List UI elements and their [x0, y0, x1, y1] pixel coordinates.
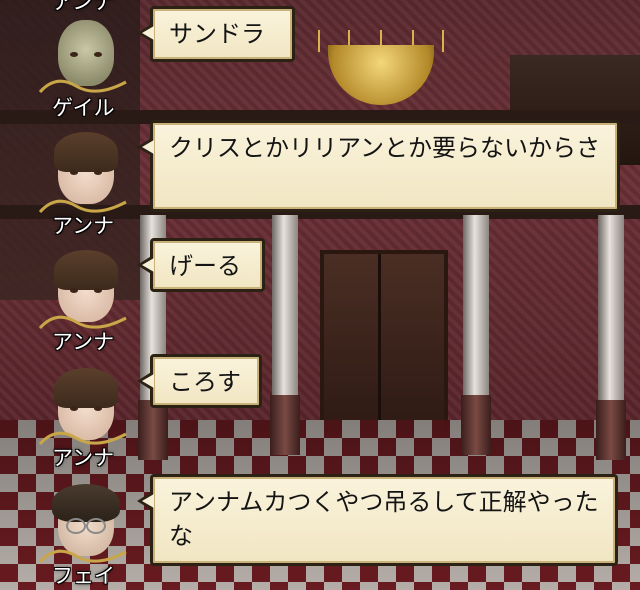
speaker-name: アンナ: [52, 446, 115, 470]
pillar-base: [596, 400, 626, 460]
door-split: [378, 254, 381, 425]
pillar-base: [138, 400, 168, 460]
message-text: げーる: [169, 252, 241, 280]
message-text: サンドラ: [169, 20, 265, 48]
speaker-name: アンナ: [52, 214, 115, 238]
message-text: ころす: [169, 368, 241, 396]
hall-door: [320, 250, 448, 433]
speech-bubble: アンナムカつくやつ吊るして正解やったな: [137, 474, 618, 566]
message-text: アンナムカつくやつ吊るして正解やったな: [169, 488, 599, 550]
speech-bubble: ころす: [137, 354, 262, 408]
chandelier: [288, 0, 474, 110]
speech-bubble: クリスとかリリアンとか要らないからさ: [137, 120, 620, 212]
speech-bubble: げーる: [137, 238, 265, 292]
pillar-base: [461, 395, 491, 455]
speaker-name: フェイ: [52, 564, 115, 588]
speaker-name: アンナ: [52, 330, 115, 354]
pillar-base: [270, 395, 300, 455]
message-text: クリスとかリリアンとか要らないからさ: [169, 134, 601, 162]
speaker-name: ゲイル: [52, 96, 115, 120]
speech-bubble: サンドラ: [137, 6, 295, 62]
